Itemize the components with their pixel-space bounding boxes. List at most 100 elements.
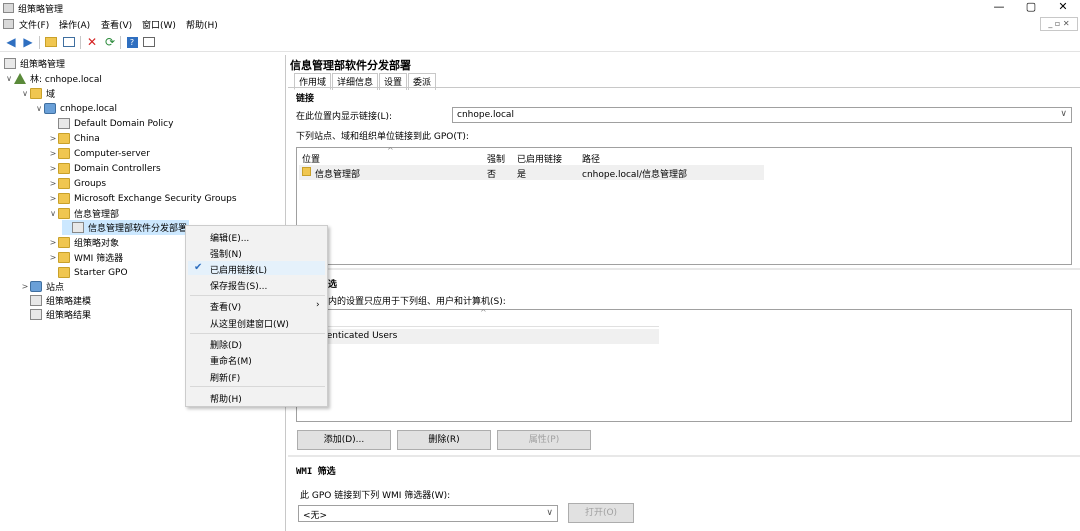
tree-forest-label: 林: cnhope.local xyxy=(30,75,102,85)
menu-item-refresh[interactable]: 刷新(F) xyxy=(210,371,240,384)
menu-item-rename[interactable]: 重命名(M) xyxy=(210,354,252,367)
menu-help[interactable]: 帮助(H) xyxy=(186,18,218,31)
wmi-open-button[interactable]: 打开(O) xyxy=(568,503,634,523)
tree-item-wmi-filters[interactable]: > WMI 筛选器 xyxy=(48,250,123,265)
row-path: cnhope.local/信息管理部 xyxy=(582,170,687,180)
help-icon[interactable]: ? xyxy=(124,34,140,50)
links-table-header: 位置 ^ 强制 已启用链接 路径 xyxy=(299,146,764,165)
close-button[interactable]: ✕ xyxy=(1046,0,1080,16)
menu-separator xyxy=(190,295,325,296)
chevron-right-icon[interactable]: > xyxy=(48,238,58,247)
menu-item-help[interactable]: 帮助(H) xyxy=(210,392,242,405)
properties-button[interactable]: 属性(P) xyxy=(497,430,591,450)
show-tree-icon[interactable] xyxy=(61,34,77,50)
menu-separator xyxy=(190,386,325,387)
tree-item-info-dept[interactable]: ∨ 信息管理部 xyxy=(48,206,119,221)
chevron-down-icon[interactable]: ∨ xyxy=(34,104,44,113)
tree-item-sites[interactable]: > 站点 xyxy=(20,279,64,294)
tree-item-label: Groups xyxy=(74,178,107,189)
tree-item-default-domain-policy[interactable]: Default Domain Policy xyxy=(48,116,173,131)
add-button[interactable]: 添加(D)... xyxy=(297,430,391,450)
row-location: 信息管理部 xyxy=(315,170,361,180)
sort-up-icon: ^ xyxy=(387,146,394,155)
security-filter-list[interactable]: ^ henticated Users xyxy=(296,308,1072,422)
ou-folder-icon xyxy=(302,167,311,176)
gpm-icon xyxy=(4,58,16,69)
table-row[interactable]: 信息管理部 否 是 cnhope.local/信息管理部 xyxy=(299,165,764,180)
menu-item-save-report[interactable]: 保存报告(S)... xyxy=(210,279,267,292)
list-item[interactable]: henticated Users xyxy=(299,329,659,344)
remove-button[interactable]: 删除(R) xyxy=(397,430,491,450)
inner-window-controls[interactable]: _ ▫ ✕ xyxy=(1040,17,1078,31)
tree-domains[interactable]: ∨ 域 xyxy=(20,86,55,101)
document-icon xyxy=(3,19,14,29)
menu-item-new-window[interactable]: 从这里创建窗口(W) xyxy=(210,317,289,330)
tree-item-label: 组策略结果 xyxy=(46,311,92,321)
chevron-right-icon[interactable]: > xyxy=(48,253,58,262)
refresh-icon[interactable]: ⟳ xyxy=(102,34,118,50)
tab-divider xyxy=(288,87,1080,88)
pane-splitter[interactable] xyxy=(288,455,1080,457)
tree-item-label: 组策略对象 xyxy=(74,239,120,249)
menu-action[interactable]: 操作(A) xyxy=(59,18,90,31)
forward-arrow-icon[interactable]: ▶ xyxy=(20,34,36,50)
menu-view[interactable]: 查看(V) xyxy=(101,18,132,31)
tree-item-label: Computer-server xyxy=(74,148,150,159)
chevron-right-icon[interactable]: > xyxy=(20,282,30,291)
chevron-right-icon[interactable]: > xyxy=(48,164,58,173)
chevron-down-icon[interactable]: ∨ xyxy=(48,209,58,218)
chevron-right-icon[interactable]: > xyxy=(48,134,58,143)
display-links-value: cnhope.local xyxy=(457,110,514,120)
tree-item-china[interactable]: > China xyxy=(48,131,100,146)
tree-item-results[interactable]: 组策略结果 xyxy=(20,307,91,322)
menu-item-edit[interactable]: 编辑(E)... xyxy=(210,231,249,244)
starter-gpo-icon xyxy=(58,267,70,278)
properties-icon[interactable] xyxy=(141,34,157,50)
menu-window[interactable]: 窗口(W) xyxy=(142,18,176,31)
menu-item-delete[interactable]: 删除(D) xyxy=(210,338,242,351)
tree-item-label: 站点 xyxy=(46,283,65,293)
tree-item-selected-gpo[interactable]: 信息管理部软件分发部署 xyxy=(62,220,190,235)
wmi-filter-dropdown[interactable]: <无> ∨ xyxy=(298,505,558,522)
details-title: 信息管理部软件分发部署 xyxy=(290,59,411,72)
menu-file[interactable]: 文件(F) xyxy=(19,18,49,31)
chevron-right-icon[interactable]: > xyxy=(48,194,58,203)
maximize-button[interactable]: ▢ xyxy=(1014,0,1048,16)
pane-splitter[interactable] xyxy=(288,268,1080,270)
gpo-link-icon xyxy=(58,118,70,129)
column-path[interactable]: 路径 xyxy=(582,152,600,165)
column-location[interactable]: 位置 xyxy=(302,152,320,165)
menu-item-enforce[interactable]: 强制(N) xyxy=(210,247,242,260)
tree-domain[interactable]: ∨ cnhope.local xyxy=(34,101,117,116)
tree-root[interactable]: 组策略管理 xyxy=(4,56,65,71)
tree-item-computer-server[interactable]: > Computer-server xyxy=(48,146,150,161)
tree-item-domain-controllers[interactable]: > Domain Controllers xyxy=(48,161,161,176)
forest-icon xyxy=(14,73,26,84)
tree-item-starter-gpo[interactable]: Starter GPO xyxy=(48,265,128,280)
chevron-down-icon[interactable]: ∨ xyxy=(20,89,30,98)
display-links-dropdown[interactable]: cnhope.local ∨ xyxy=(452,107,1072,123)
column-link-enabled[interactable]: 已启用链接 xyxy=(517,152,562,165)
results-icon xyxy=(30,309,42,320)
back-arrow-icon[interactable]: ◀ xyxy=(3,34,19,50)
delete-icon[interactable]: ✕ xyxy=(84,34,100,50)
tree-forest[interactable]: ∨ 林: cnhope.local xyxy=(4,71,102,86)
tree-item-label: Default Domain Policy xyxy=(74,118,174,129)
modeling-icon xyxy=(30,295,42,306)
title-bar: 组策略管理 — ▢ ✕ xyxy=(0,0,1080,16)
tree-item-groups[interactable]: > Groups xyxy=(48,176,106,191)
row-enabled: 是 xyxy=(517,170,527,180)
tree-item-gpo-objects[interactable]: > 组策略对象 xyxy=(48,235,119,250)
up-folder-icon[interactable] xyxy=(43,34,59,50)
minimize-button[interactable]: — xyxy=(982,0,1016,16)
menu-item-view[interactable]: 查看(V) xyxy=(210,300,241,313)
chevron-right-icon[interactable]: > xyxy=(48,179,58,188)
chevron-down-icon[interactable]: ∨ xyxy=(4,74,14,83)
tree-item-modeling[interactable]: 组策略建模 xyxy=(20,293,91,308)
menu-item-link-enabled[interactable]: 已启用链接(L) xyxy=(210,263,267,276)
links-table[interactable]: 位置 ^ 强制 已启用链接 路径 信息管理部 否 是 cnhope.local/… xyxy=(296,146,1072,265)
column-enforced[interactable]: 强制 xyxy=(487,152,505,165)
chevron-right-icon[interactable]: > xyxy=(48,149,58,158)
wmi-heading: WMI 筛选 xyxy=(296,467,336,477)
tree-item-exchange-groups[interactable]: > Microsoft Exchange Security Groups xyxy=(48,191,237,206)
